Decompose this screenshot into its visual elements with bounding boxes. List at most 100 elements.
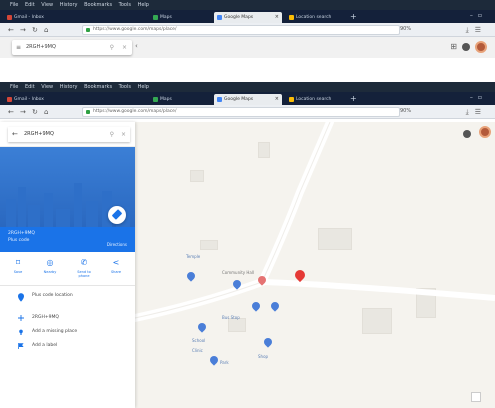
home-icon[interactable]: ⌂ — [44, 107, 48, 117]
action-label: Share — [110, 270, 122, 274]
send-to-phone-button[interactable]: ✆ Send to phone — [72, 258, 96, 278]
back-arrow-icon[interactable]: ← — [8, 25, 14, 35]
menu-file[interactable]: File — [10, 2, 18, 8]
forward-arrow-icon[interactable]: → — [20, 107, 26, 117]
detail-text: Add a label — [32, 343, 58, 348]
menu-edit[interactable]: Edit — [25, 84, 35, 90]
tab-item[interactable]: Gmail - Inbox — [4, 12, 124, 23]
detail-row-add-place[interactable]: Add a missing place — [0, 328, 135, 342]
reload-icon[interactable]: ↻ — [32, 107, 38, 117]
add-place-icon — [19, 329, 23, 335]
front-tab-bar: Gmail - Inbox Maps Google Maps × Locatio… — [0, 92, 495, 105]
maps-favicon-icon — [217, 15, 222, 20]
clear-icon[interactable]: × — [121, 127, 126, 142]
detail-row-address[interactable]: Plus code location — [0, 292, 135, 314]
clear-icon[interactable]: × — [122, 40, 127, 55]
map-place-label[interactable]: Shop — [258, 354, 268, 359]
avatar[interactable] — [475, 41, 487, 53]
city-silhouette — [56, 209, 70, 227]
action-label: Save — [13, 270, 23, 274]
city-silhouette — [44, 193, 53, 227]
search-favicon-icon — [289, 15, 294, 20]
menu-bookmarks[interactable]: Bookmarks — [84, 2, 112, 8]
tab-item-active[interactable]: Google Maps × — [214, 94, 282, 105]
lock-icon — [86, 110, 90, 114]
toolbar-icons[interactable]: ⤓☰ — [466, 25, 487, 35]
map-layers-button[interactable] — [471, 392, 481, 402]
city-silhouette — [74, 183, 82, 227]
save-button[interactable]: ⌑ Save — [6, 258, 30, 274]
search-favicon-icon — [289, 97, 294, 102]
menu-tools[interactable]: Tools — [119, 2, 131, 8]
menu-view[interactable]: View — [41, 84, 53, 90]
tab-item[interactable]: Location search — [286, 94, 346, 105]
place-sidebar: ← 2RGH+9MQ ⚲ × 2RGH+9MQ Plus code Direct… — [0, 122, 135, 408]
map-place-label[interactable]: School — [192, 338, 205, 343]
search-input[interactable]: ← 2RGH+9MQ ⚲ × — [8, 127, 130, 142]
account-controls: ⊞ — [437, 41, 487, 54]
directions-button[interactable] — [108, 206, 126, 224]
map-place-label[interactable]: Park — [220, 360, 229, 365]
url-field[interactable]: https://www.google.com/maps/place/ — [82, 25, 400, 35]
menu-history[interactable]: History — [60, 84, 78, 90]
menu-tools[interactable]: Tools — [119, 84, 131, 90]
avatar[interactable] — [479, 126, 491, 138]
close-tab-icon[interactable]: × — [275, 94, 279, 105]
city-silhouette — [6, 199, 16, 227]
forward-arrow-icon[interactable]: → — [20, 25, 26, 35]
home-icon[interactable]: ⌂ — [44, 25, 48, 35]
window-controls[interactable]: –▫ — [470, 10, 487, 22]
new-tab-icon[interactable]: + — [350, 11, 357, 22]
menu-bookmarks[interactable]: Bookmarks — [84, 84, 112, 90]
apps-grid-icon[interactable]: ⊞ — [450, 42, 457, 51]
search-icon[interactable]: ⚲ — [110, 40, 114, 55]
notifications-icon[interactable] — [462, 43, 470, 51]
save-icon: ⌑ — [15, 258, 21, 267]
toolbar-icons[interactable]: ⤓☰ — [466, 107, 487, 117]
tab-item-active[interactable]: Google Maps × — [214, 12, 282, 23]
notifications-icon[interactable] — [463, 130, 471, 138]
share-button[interactable]: < Share — [104, 258, 128, 274]
back-arrow-icon[interactable]: ← — [8, 107, 14, 117]
back-arrow-icon[interactable]: ← — [12, 127, 18, 142]
menu-help[interactable]: Help — [138, 84, 149, 90]
new-tab-icon[interactable]: + — [350, 93, 357, 104]
menu-hamburger-icon[interactable]: ≡ — [16, 40, 21, 55]
menu-edit[interactable]: Edit — [25, 2, 35, 8]
map-place-label[interactable]: Clinic — [192, 348, 203, 353]
plus-code-icon — [18, 315, 24, 321]
search-icon[interactable]: ⚲ — [110, 127, 114, 142]
menu-history[interactable]: History — [60, 2, 78, 8]
window-controls[interactable]: –▫ — [470, 92, 487, 104]
gmail-favicon-icon — [7, 15, 12, 20]
back-tab-bar: Gmail - Inbox Maps Google Maps × Locatio… — [0, 10, 495, 23]
location-pin-icon — [18, 293, 24, 302]
close-tab-icon[interactable]: × — [275, 12, 279, 23]
url-text: https://www.google.com/maps/place/ — [93, 109, 177, 114]
back-search-value: 2RGH+9MQ — [26, 44, 56, 50]
place-title: 2RGH+9MQ — [8, 231, 35, 236]
menu-view[interactable]: View — [41, 2, 53, 8]
tab-label: Gmail - Inbox — [14, 15, 44, 20]
map-place-label[interactable]: Community Hall — [222, 270, 254, 275]
nearby-button[interactable]: ◎ Nearby — [38, 258, 62, 274]
reload-icon[interactable]: ↻ — [32, 25, 38, 35]
detail-row-plus-code[interactable]: 2RGH+9MQ — [0, 314, 135, 328]
place-subtitle: Plus code — [8, 238, 30, 243]
detail-text: Add a missing place — [32, 329, 78, 334]
collapse-panel-icon[interactable]: ‹ — [135, 42, 138, 50]
back-search-input[interactable]: ≡ 2RGH+9MQ ⚲ × — [12, 40, 132, 55]
map-place-label[interactable]: Bus Stop — [222, 315, 240, 320]
tab-label: Maps — [160, 97, 172, 102]
place-actions: ⌑ Save ◎ Nearby ✆ Send to phone < Share — [0, 254, 135, 286]
url-field[interactable]: https://www.google.com/maps/place/ — [82, 107, 400, 117]
menu-help[interactable]: Help — [138, 2, 149, 8]
detail-text: 2RGH+9MQ — [32, 315, 59, 320]
tab-item[interactable]: Maps — [150, 12, 210, 23]
tab-item[interactable]: Gmail - Inbox — [4, 94, 124, 105]
tab-item[interactable]: Maps — [150, 94, 210, 105]
map-place-label[interactable]: Temple — [186, 254, 200, 259]
menu-file[interactable]: File — [10, 84, 18, 90]
detail-row-label[interactable]: Add a label — [0, 342, 135, 356]
tab-item[interactable]: Location search — [286, 12, 346, 23]
